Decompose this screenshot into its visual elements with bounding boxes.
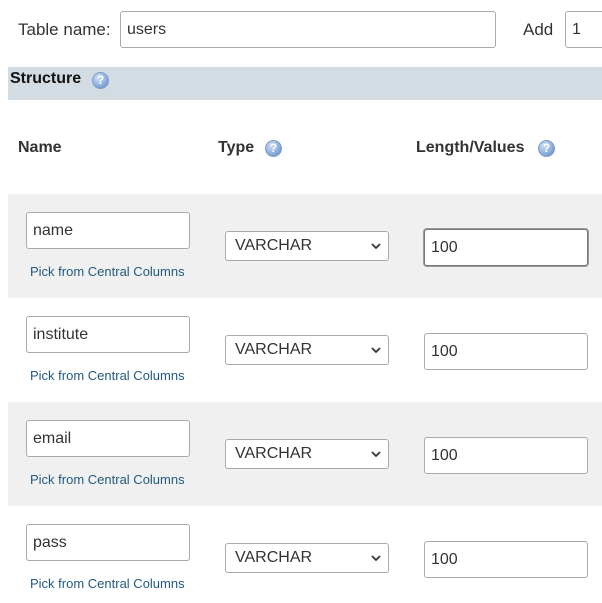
chevron-down-icon [371,243,381,250]
column-header-type: Type [218,139,255,156]
column-type-select[interactable]: VARCHAR [225,231,389,261]
column-name-input[interactable] [26,524,190,561]
column-type-value: VARCHAR [235,237,313,254]
pick-central-columns-link[interactable]: Pick from Central Columns [30,576,185,591]
pick-central-columns-link[interactable]: Pick from Central Columns [30,368,185,383]
column-header-name: Name [18,139,62,156]
column-header-length-values: Length/Values [416,139,525,156]
chevron-down-icon [371,555,381,562]
column-type-value: VARCHAR [235,341,313,358]
column-row: Pick from Central Columns VARCHAR [8,506,602,603]
chevron-down-icon [371,451,381,458]
help-icon[interactable]: ? [92,72,109,89]
column-length-input[interactable] [424,541,588,578]
column-length-input[interactable] [424,229,588,266]
chevron-down-icon [371,347,381,354]
column-row: Pick from Central Columns VARCHAR [8,402,602,506]
column-type-value: VARCHAR [235,445,313,462]
column-row: Pick from Central Columns VARCHAR [8,298,602,402]
column-name-input[interactable] [26,316,190,353]
column-length-input[interactable] [424,333,588,370]
column-type-select[interactable]: VARCHAR [225,439,389,469]
structure-section-header: Structure ? [8,67,602,100]
column-name-input[interactable] [26,212,190,249]
add-columns-label: Add [523,20,554,39]
column-type-select[interactable]: VARCHAR [225,543,389,573]
table-name-label: Table name: [18,20,111,39]
column-type-select[interactable]: VARCHAR [225,335,389,365]
pick-central-columns-link[interactable]: Pick from Central Columns [30,264,185,279]
pick-central-columns-link[interactable]: Pick from Central Columns [30,472,185,487]
column-name-input[interactable] [26,420,190,457]
structure-title: Structure [10,70,82,87]
type-help-icon[interactable]: ? [265,140,282,157]
add-columns-count-input[interactable] [565,11,602,48]
column-type-value: VARCHAR [235,549,313,566]
table-name-input[interactable] [120,11,496,48]
length-help-icon[interactable]: ? [538,140,555,157]
column-length-input[interactable] [424,437,588,474]
column-row: Pick from Central Columns VARCHAR [8,194,602,298]
